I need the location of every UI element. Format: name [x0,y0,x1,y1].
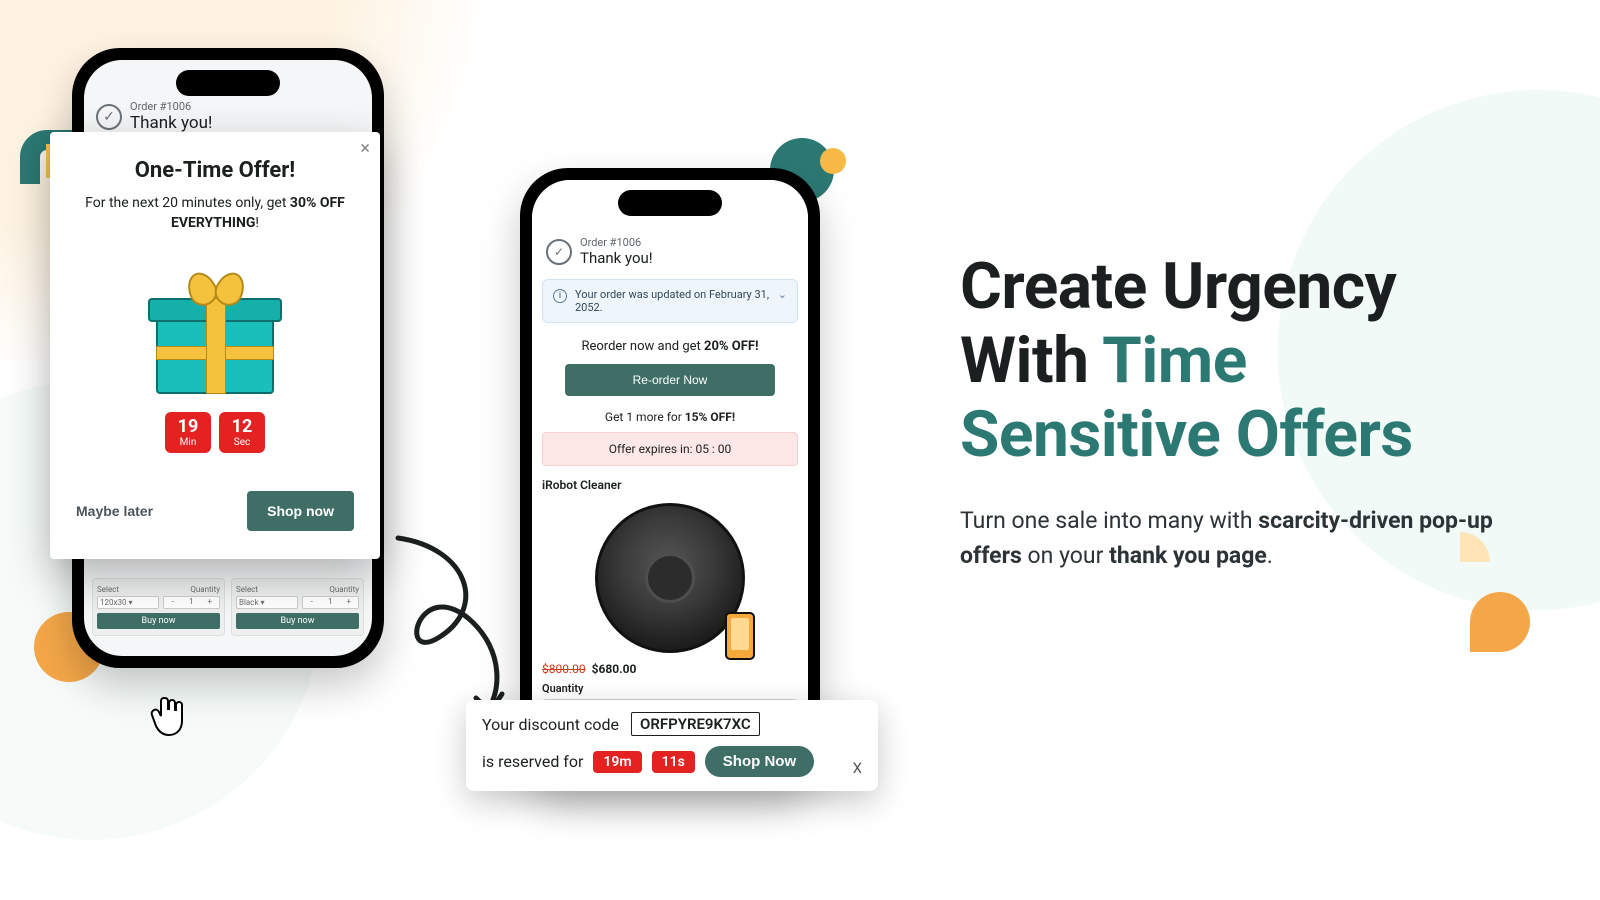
check-icon: ✓ [96,104,122,130]
close-icon[interactable]: × [360,138,370,159]
reorder-headline: Reorder now and get 20% OFF! [542,339,798,354]
phone-mini-icon [725,612,755,660]
check-icon: ✓ [546,239,572,265]
product-price: $800.00 $680.00 [542,662,798,676]
price-new: $680.00 [592,662,637,676]
order-number: Order #1006 [580,236,653,249]
price-old: $800.00 [542,662,586,676]
robot-vacuum-icon [595,503,745,653]
phone-mockup-right: ✓ Order #1006 Thank you! i Your order wa… [520,168,820,788]
shop-now-button[interactable]: Shop now [247,491,354,531]
bg-product-card: SelectQuantity Black ▾ -1+ Buy now [231,578,364,636]
product-image [585,498,755,658]
headline-title: Create Urgency With Time Sensitive Offer… [960,250,1520,473]
get-one-more: Get 1 more for 15% OFF! [542,410,798,424]
discount-code-bar: Your discount code ORFPYRE9K7XC is reser… [466,700,878,791]
gift-icon [148,260,282,394]
shop-now-pill-button[interactable]: Shop Now [705,746,814,777]
timer-seconds: 12 Sec [219,412,265,453]
discount-code[interactable]: ORFPYRE9K7XC [631,712,760,736]
bg-select[interactable]: Black ▾ [236,596,298,609]
reserved-label: is reserved for [482,752,583,771]
order-number: Order #1006 [130,100,212,113]
close-icon[interactable]: X [853,759,862,777]
product-name: iRobot Cleaner [542,478,798,492]
phone-notch-icon [618,190,722,216]
offer-expires-banner: Offer expires in: 05 : 00 [542,432,798,466]
order-updated-banner[interactable]: i Your order was updated on February 31,… [542,279,798,323]
timer-chip-min: 19m [593,751,641,773]
bg-qty[interactable]: -1+ [163,596,221,609]
bg-buy-button[interactable]: Buy now [236,613,359,629]
offer-popup: × One-Time Offer! For the next 20 minute… [50,132,380,559]
chevron-down-icon: ⌄ [778,288,787,301]
background-products: SelectQuantity 120x30 ▾ -1+ Buy now Sele… [92,578,364,636]
phone-screen: ✓ Order #1006 Thank you! i Your order wa… [532,180,808,776]
countdown-timer: 19 Min 12 Sec [70,412,360,453]
bg-qty[interactable]: -1+ [302,596,360,609]
discount-label: Your discount code [482,715,619,734]
bg-buy-button[interactable]: Buy now [97,613,220,629]
deco-petal-br-icon [1470,592,1530,652]
reorder-button[interactable]: Re-order Now [565,364,775,396]
timer-chip-sec: 11s [652,751,695,773]
order-updated-text: Your order was updated on February 31, 2… [575,288,770,314]
thank-you-text: Thank you! [130,113,212,133]
arrow-swirl-icon [378,528,528,728]
popup-subtitle: For the next 20 minutes only, get 30% OF… [70,193,360,234]
maybe-later-button[interactable]: Maybe later [76,503,153,519]
deco-dot-yellow-icon [820,148,846,174]
headline-sub: Turn one sale into many with scarcity-dr… [960,503,1520,574]
headline-block: Create Urgency With Time Sensitive Offer… [960,250,1520,574]
info-icon: i [553,289,567,303]
bg-select[interactable]: 120x30 ▾ [97,596,159,609]
quantity-label: Quantity [542,682,798,695]
bg-product-card: SelectQuantity 120x30 ▾ -1+ Buy now [92,578,225,636]
cursor-hand-icon [150,694,190,738]
order-header: ✓ Order #1006 Thank you! [542,234,798,277]
phone-notch-icon [176,70,280,96]
timer-minutes: 19 Min [165,412,211,453]
popup-title: One-Time Offer! [70,158,360,183]
thank-you-text: Thank you! [580,249,653,267]
